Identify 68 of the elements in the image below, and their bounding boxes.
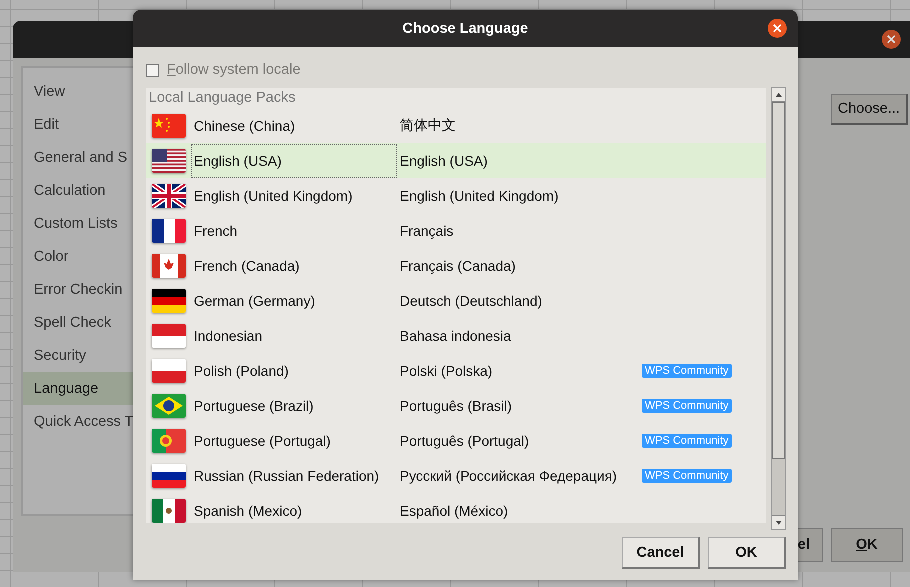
choose-button[interactable]: Choose...	[831, 94, 908, 125]
native-name: Deutsch (Deutschland)	[399, 292, 544, 308]
language-row[interactable]: Spanish (Mexico) Español (México)	[146, 493, 766, 523]
language-name: Russian (Russian Federation)	[193, 466, 380, 486]
native-name: English (USA)	[399, 152, 489, 168]
language-name: English (United Kingdom)	[193, 186, 354, 206]
flag-icon	[152, 288, 186, 312]
checkbox[interactable]	[146, 64, 159, 76]
close-icon	[887, 35, 896, 44]
language-row[interactable]: Portuguese (Portugal) Português (Portugal) WPS Community	[146, 423, 766, 458]
language-row[interactable]: Chinese (China) 简体中文	[146, 108, 766, 143]
language-row[interactable]: French Français	[146, 213, 766, 248]
native-name: Русский (Российская Федерация)	[399, 468, 618, 484]
language-name: German (Germany)	[193, 292, 316, 311]
close-icon	[773, 24, 782, 33]
language-name: Spanish (Mexico)	[193, 502, 304, 521]
flag-icon	[152, 394, 186, 418]
list-header: Local Language Packs	[149, 90, 296, 106]
community-tag: WPS Community	[642, 468, 732, 482]
language-row[interactable]: Polish (Poland) Polski (Polska) WPS Community	[146, 353, 766, 388]
language-row[interactable]: English (USA) English (USA)	[146, 143, 766, 178]
native-name: English (United Kingdom)	[399, 188, 560, 204]
flag-icon	[152, 114, 186, 138]
language-name: Indonesian	[193, 326, 264, 346]
checkbox-label: Follow system locale	[167, 62, 301, 78]
language-name: Portuguese (Portugal)	[193, 432, 332, 451]
up-arrow-icon	[776, 92, 782, 96]
language-name: English (USA)	[191, 144, 397, 178]
community-tag: WPS Community	[642, 434, 732, 448]
native-name: Français (Canada)	[399, 258, 517, 274]
language-row[interactable]: Portuguese (Brazil) Português (Brasil) WPS Community	[146, 388, 766, 423]
flag-icon	[152, 184, 186, 208]
language-name: French (Canada)	[193, 256, 301, 276]
community-tag: WPS Community	[642, 364, 732, 378]
close-button[interactable]	[768, 19, 787, 38]
cancel-button[interactable]: Cancel	[622, 537, 700, 569]
language-row[interactable]: Indonesian Bahasa indonesia	[146, 318, 766, 353]
flag-icon	[152, 428, 186, 452]
language-row[interactable]: English (United Kingdom) English (United Kingdom)	[146, 178, 766, 213]
native-name: Português (Brasil)	[399, 398, 514, 414]
flag-icon	[152, 464, 186, 488]
native-name: Bahasa indonesia	[399, 328, 512, 344]
flag-icon	[152, 358, 186, 382]
language-name: Polish (Poland)	[193, 362, 290, 381]
flag-icon	[152, 254, 186, 278]
community-tag: WPS Community	[642, 398, 732, 412]
native-name: Français	[399, 222, 455, 238]
language-name: French	[193, 222, 239, 240]
language-name: Chinese (China)	[193, 116, 296, 136]
flag-icon	[152, 148, 186, 172]
window-title: Choose Language	[402, 20, 528, 36]
ok-button[interactable]: OK	[831, 528, 903, 562]
native-name: 简体中文	[399, 116, 457, 134]
language-row[interactable]: Russian (Russian Federation) Русский (Российская Федерация) WPS Community	[146, 458, 766, 493]
language-row[interactable]: French (Canada) Français (Canada)	[146, 248, 766, 283]
native-name: Polski (Polska)	[399, 362, 494, 378]
flag-icon	[152, 218, 186, 242]
scroll-thumb[interactable]	[772, 102, 785, 459]
ok-button[interactable]: OK	[708, 537, 786, 569]
close-button[interactable]	[882, 30, 901, 49]
language-name: Portuguese (Brazil)	[193, 396, 315, 416]
flag-icon	[152, 498, 186, 522]
language-row[interactable]: German (Germany) Deutsch (Deutschland)	[146, 283, 766, 318]
scrollbar[interactable]	[771, 87, 786, 530]
down-arrow-icon	[776, 520, 782, 524]
flag-icon	[152, 324, 186, 348]
native-name: Português (Portugal)	[399, 432, 530, 448]
native-name: Español (México)	[399, 502, 510, 518]
